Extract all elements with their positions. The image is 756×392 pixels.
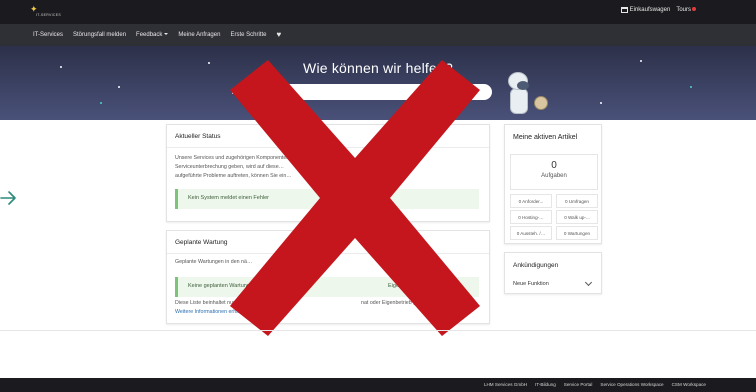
status-description: Unsere Services und zugehörigen Komponen… <box>175 154 505 181</box>
tours-link[interactable]: Tours <box>676 7 696 13</box>
footer-links: LHM Services GmbH IT-Bildung Service Por… <box>484 382 706 387</box>
divider <box>167 147 489 148</box>
tours-notification-dot <box>692 7 696 11</box>
maintenance-card: Geplante Wartung Geplante Wartungen in d… <box>166 230 490 324</box>
main-nav: IT-Services Störungsfall melden Feedback… <box>0 24 756 46</box>
nav-item-erste-schritte[interactable]: Erste Schritte <box>230 32 266 38</box>
maintenance-tile[interactable]: 0 Wartungen <box>556 226 598 240</box>
hosting-tile[interactable]: 0 Hosting-… <box>510 210 552 224</box>
chevron-down-icon[interactable] <box>584 278 593 287</box>
astronaut-illustration <box>504 68 552 120</box>
space-pet-illustration <box>534 96 548 110</box>
footer-link[interactable]: Service Portal <box>564 382 593 387</box>
favorites-heart-icon[interactable]: ♥ <box>276 31 281 39</box>
status-card-title: Aktueller Status <box>175 133 221 140</box>
maintenance-ok-message: Keine geplanten Wartungen in R… <box>188 283 273 289</box>
astronaut-helmet <box>508 72 529 90</box>
maintenance-note-line: Diese Liste beinhaltet nur die Servicean… <box>175 299 495 308</box>
logo[interactable]: ✦ IT-SERVICES <box>30 5 70 19</box>
announcement-item[interactable]: Neue Funktion <box>513 281 549 287</box>
maintenance-card-title: Geplante Wartung <box>175 239 228 246</box>
pending-tile[interactable]: 0 Aussteh. /… <box>510 226 552 240</box>
announcements-title: Ankündigungen <box>513 262 559 269</box>
arrow-right-icon <box>0 191 16 205</box>
maintenance-note: Diese Liste beinhaltet nur die Servicean… <box>175 299 495 317</box>
star-decoration <box>232 92 234 94</box>
chevron-down-icon <box>164 33 169 36</box>
footer-link[interactable]: LHM Services GmbH <box>484 382 527 387</box>
nav-item-meine-anfragen[interactable]: Meine Anfragen <box>178 32 220 38</box>
maintenance-note-start: Diese Liste beinhaltet nur die Servicean… <box>175 300 280 306</box>
tours-label: Tours <box>676 7 691 13</box>
active-items-title: Meine aktiven Artikel <box>513 134 578 141</box>
star-decoration <box>600 102 602 104</box>
status-card: Aktueller Status Unsere Services und zug… <box>166 124 490 222</box>
status-ok-message: Kein System meldet einen Fehler <box>188 195 270 201</box>
search-input[interactable] <box>272 84 492 100</box>
tasks-label: Aufgaben <box>541 173 567 179</box>
surveys-tile[interactable]: 0 Umfragen <box>556 194 598 208</box>
cart-link[interactable]: Einkaufswagen <box>620 7 671 13</box>
nav-item-feedback-label: Feedback <box>136 32 163 38</box>
divider <box>167 253 489 254</box>
requests-tile[interactable]: 0 Anforder... <box>510 194 552 208</box>
astronaut-body <box>510 88 528 114</box>
status-text-line: aufgeführte Probleme auftreten, können S… <box>175 173 292 179</box>
top-bar: ✦ IT-SERVICES Einkaufswagen Tours <box>0 0 756 24</box>
hero-title: Wie können wir helfen? <box>303 60 453 76</box>
tasks-count: 0 <box>551 160 557 171</box>
maintenance-intro: Geplante Wartungen in den nä… <box>175 259 253 265</box>
status-text-line: Unsere Services und zugehörigen Komponen… <box>175 155 297 161</box>
logo-text: IT-SERVICES <box>36 13 62 17</box>
more-info-link[interactable]: Weitere Informationen erhalten Sie in un… <box>175 308 495 317</box>
tasks-tile[interactable]: 0 Aufgaben <box>510 154 598 190</box>
maintenance-ok-banner: Keine geplanten Wartungen in R… Eigenbet… <box>175 277 479 297</box>
top-right-actions: Einkaufswagen Tours <box>620 7 696 13</box>
status-ok-banner: Kein System meldet einen Fehler <box>175 189 479 209</box>
nav-item-it-services[interactable]: IT-Services <box>33 32 63 38</box>
divider <box>0 330 756 331</box>
star-decoration <box>690 86 692 88</box>
active-items-card: Meine aktiven Artikel 0 Aufgaben 0 Anfor… <box>504 124 602 244</box>
footer-link[interactable]: IT-Bildung <box>535 382 556 387</box>
star-decoration <box>100 102 102 104</box>
nav-item-feedback[interactable]: Feedback <box>136 32 169 38</box>
footer-link[interactable]: CSM Workspace <box>672 382 706 387</box>
search-icon <box>279 88 285 94</box>
cart-label: Einkaufswagen <box>629 7 671 13</box>
star-decoration <box>118 86 120 88</box>
nav-item-stoerungsfall-melden[interactable]: Störungsfall melden <box>73 32 126 38</box>
maintenance-note-end: nat oder Eigenbetrieb genutz… <box>361 300 435 306</box>
walk-up-tile[interactable]: 0 Walk up-... <box>556 210 598 224</box>
maintenance-ok-message-end: Eigenbetrieb <box>388 283 419 289</box>
astronaut-visor <box>517 81 529 90</box>
footer-link[interactable]: Service Operations Workspace <box>600 382 663 387</box>
status-text-line: Serviceunterbrechung geben, wird auf die… <box>175 164 284 170</box>
cart-icon <box>620 7 628 13</box>
footer: LHM Services GmbH IT-Bildung Service Por… <box>0 378 756 392</box>
announcements-card: Ankündigungen Neue Funktion <box>504 252 602 294</box>
hero-banner: Wie können wir helfen? <box>0 46 756 120</box>
